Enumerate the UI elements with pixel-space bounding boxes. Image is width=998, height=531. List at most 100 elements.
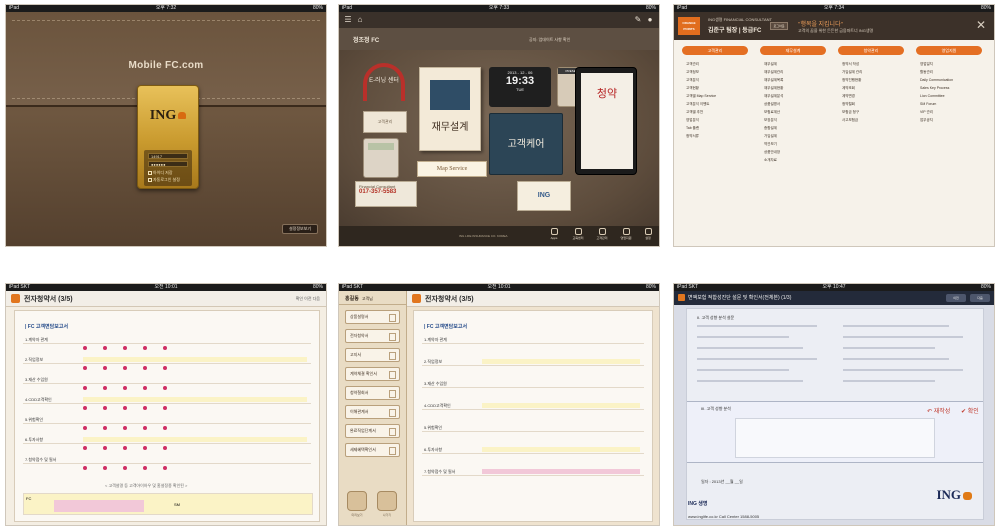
radio-icon[interactable]	[103, 426, 107, 430]
financial-plan-notebook[interactable]: 재무설계	[419, 67, 481, 151]
form-row-options[interactable]	[482, 447, 640, 452]
menu-item[interactable]: 약관보기	[756, 140, 830, 148]
menu-item[interactable]: 상품설명서	[756, 100, 830, 108]
radio-icon[interactable]	[83, 446, 87, 450]
user-icon[interactable]: ●	[645, 15, 655, 24]
menu-icon[interactable]	[412, 294, 421, 303]
radio-icon[interactable]	[143, 366, 147, 370]
dock-item-education[interactable]: 교육센터	[567, 228, 589, 244]
radio-icon[interactable]	[163, 366, 167, 370]
subscription-ereader[interactable]: 청약	[575, 67, 637, 175]
radio-icon[interactable]	[143, 446, 147, 450]
id-input[interactable]: 14917	[148, 153, 188, 159]
menu-item[interactable]: 재무설계분석	[756, 92, 830, 100]
form-row-options[interactable]	[482, 403, 640, 408]
next-button[interactable]: 다음	[970, 294, 990, 302]
menu-item[interactable]: 소개자료	[756, 156, 830, 164]
sidebar-doc-button[interactable]: 완료직업단계서	[345, 424, 400, 438]
menu-column-title[interactable]: 재무설계	[760, 46, 826, 55]
form-row-options[interactable]	[83, 357, 307, 370]
radio-icon[interactable]	[123, 346, 127, 350]
dock-item-settings[interactable]: 설정	[637, 228, 659, 244]
radio-icon[interactable]	[123, 426, 127, 430]
radio-icon[interactable]	[123, 406, 127, 410]
menu-column-title[interactable]: 영업지원	[916, 46, 982, 55]
radio-icon[interactable]	[103, 366, 107, 370]
radio-icon[interactable]	[123, 466, 127, 470]
menu-item[interactable]: Sales Key Process	[912, 84, 986, 92]
radio-icon[interactable]	[143, 386, 147, 390]
menu-item[interactable]: 계약변경	[834, 92, 908, 100]
dock-item-apps[interactable]: Apps	[543, 228, 565, 244]
prev-button[interactable]: 이전	[946, 294, 966, 302]
form-row-options[interactable]	[482, 425, 640, 430]
menu-item[interactable]: 보장분석	[756, 116, 830, 124]
menu-item[interactable]: 재무설계	[756, 60, 830, 68]
menu-item[interactable]: 청약철회	[834, 100, 908, 108]
exit-button[interactable]: 나가기	[375, 491, 399, 521]
customer-care-folder[interactable]: 고객케어	[489, 113, 563, 175]
dock-item-customers[interactable]: 고객관리	[591, 228, 613, 244]
radio-icon[interactable]	[143, 346, 147, 350]
menu-item[interactable]: 고객별 Map Service	[678, 92, 752, 100]
menu-icon[interactable]: ☰	[343, 15, 353, 24]
radio-icon[interactable]	[143, 406, 147, 410]
calculator-icon[interactable]	[363, 138, 399, 178]
radio-icon[interactable]	[163, 466, 167, 470]
sidebar-doc-button[interactable]: 세제혜택확인서	[345, 443, 400, 457]
customer-mgmt-tile[interactable]: 고객관리	[363, 111, 407, 133]
menu-item[interactable]: 활동관리	[912, 68, 986, 76]
radio-icon[interactable]	[163, 446, 167, 450]
menu-item[interactable]: 가입설계 관리	[834, 68, 908, 76]
menu-column-title[interactable]: 청약관리	[838, 46, 904, 55]
sidebar-doc-button[interactable]: 청약철회서	[345, 386, 400, 400]
menu-column-title[interactable]: 고객관리	[682, 46, 748, 55]
form-row-options[interactable]	[83, 377, 307, 390]
menu-item[interactable]: 청약서류	[678, 132, 752, 140]
radio-icon[interactable]	[123, 366, 127, 370]
menu-item[interactable]: Tab 플랜	[678, 124, 752, 132]
preview-button[interactable]: 미리보기	[345, 491, 369, 521]
radio-icon[interactable]	[163, 406, 167, 410]
menu-item[interactable]: 상품안내장	[756, 148, 830, 156]
edit-icon[interactable]: ✎	[633, 15, 643, 24]
menu-item[interactable]: Lion Committee	[912, 92, 986, 100]
radio-icon[interactable]	[103, 406, 107, 410]
menu-item[interactable]: 재무설계목록	[756, 76, 830, 84]
menu-item[interactable]: 고객별 추천	[678, 108, 752, 116]
menu-item[interactable]: 보험료계산	[756, 108, 830, 116]
radio-icon[interactable]	[123, 386, 127, 390]
radio-icon[interactable]	[83, 406, 87, 410]
rewrite-button[interactable]: ↶ 재작성	[927, 406, 950, 415]
menu-item[interactable]: 영업일지	[912, 60, 986, 68]
sidebar-doc-button[interactable]: 전자청약서	[345, 329, 400, 343]
radio-icon[interactable]	[83, 426, 87, 430]
menu-item[interactable]: 고객현황	[678, 84, 752, 92]
menu-item[interactable]: 계약조회	[834, 84, 908, 92]
form-row-options[interactable]	[482, 469, 640, 474]
radio-icon[interactable]	[163, 426, 167, 430]
radio-icon[interactable]	[163, 346, 167, 350]
settings-info-button[interactable]: 설정정보보기	[282, 224, 318, 234]
radio-icon[interactable]	[83, 346, 87, 350]
auto-login-checkbox[interactable]: 자동로그인 설정	[148, 177, 180, 183]
sidebar-doc-button[interactable]: 고지서	[345, 348, 400, 362]
radio-icon[interactable]	[163, 386, 167, 390]
menu-item[interactable]: 고객정보	[678, 68, 752, 76]
menu-item[interactable]: Daily Communication	[912, 76, 986, 84]
map-service-button[interactable]: Map Service	[417, 161, 487, 177]
sidebar-doc-button[interactable]: 계약체결 확인서	[345, 367, 400, 381]
radio-icon[interactable]	[143, 466, 147, 470]
menu-item[interactable]: 영업분석	[678, 116, 752, 124]
radio-icon[interactable]	[103, 446, 107, 450]
sidebar-doc-button[interactable]: 이해관계서	[345, 405, 400, 419]
form-row-options[interactable]	[482, 337, 640, 342]
form-row-options[interactable]	[482, 381, 640, 386]
form-tools[interactable]: 확인 이전 다음	[296, 296, 320, 302]
radio-icon[interactable]	[83, 466, 87, 470]
form-row-options[interactable]	[83, 457, 307, 470]
menu-item[interactable]: 고객분석	[678, 76, 752, 84]
menu-item[interactable]: 종합설계	[756, 124, 830, 132]
menu-item[interactable]: 업무공지	[912, 116, 986, 124]
radio-icon[interactable]	[143, 426, 147, 430]
